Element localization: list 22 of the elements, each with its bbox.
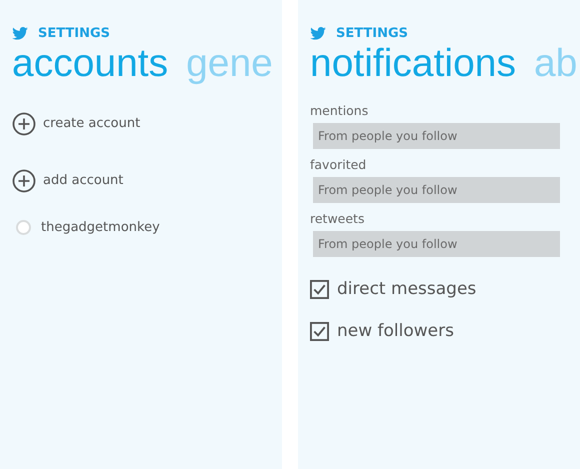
checkbox[interactable]	[310, 280, 329, 298]
account-name[interactable]: thegadgetmonkey	[41, 220, 160, 234]
dropdown-field[interactable]: From people you follow	[313, 123, 560, 149]
radio-button[interactable]	[16, 220, 31, 234]
pivot-tab[interactable]: notifications	[310, 39, 516, 89]
pivot-tab[interactable]: accounts	[12, 39, 168, 89]
field-label: mentions	[310, 103, 370, 118]
field-label: retweets	[310, 211, 366, 226]
checkbox-label[interactable]: new followers	[337, 321, 454, 341]
add-icon[interactable]	[12, 168, 36, 192]
dropdown-field[interactable]: From people you follow	[313, 231, 560, 257]
add-link[interactable]: add account	[43, 173, 124, 188]
checkbox[interactable]	[310, 322, 329, 340]
bird-icon	[12, 27, 28, 40]
app-title: SETTINGS	[38, 26, 110, 41]
add-icon[interactable]	[12, 112, 36, 136]
add-link[interactable]: create account	[43, 116, 140, 131]
bird-icon	[310, 27, 326, 40]
checkbox-label[interactable]: direct messages	[337, 279, 476, 299]
field-label: favorited	[310, 157, 368, 172]
app-title: SETTINGS	[336, 26, 408, 41]
dropdown-field[interactable]: From people you follow	[313, 177, 560, 203]
